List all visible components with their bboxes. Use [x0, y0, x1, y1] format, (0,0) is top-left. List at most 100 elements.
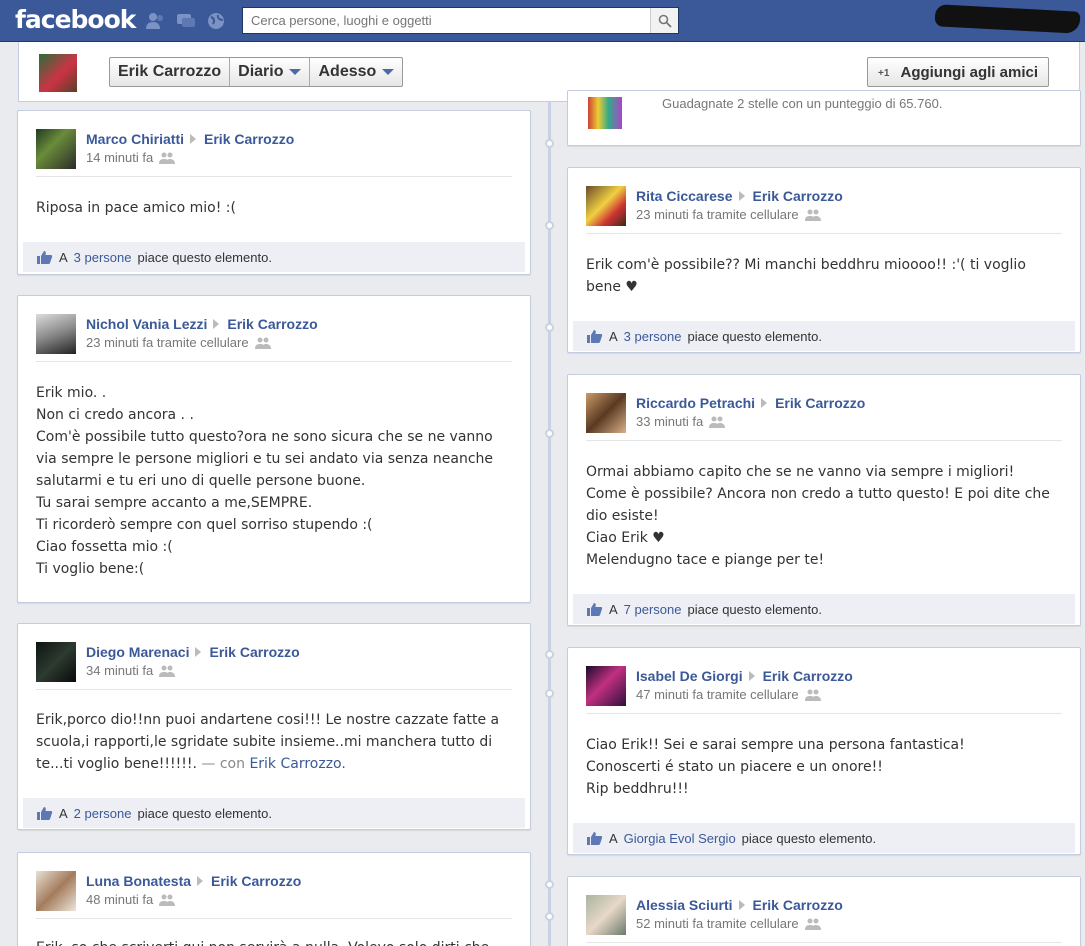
timestamp[interactable]: 48 minuti fa: [86, 892, 153, 907]
svg-text:+1: +1: [878, 68, 890, 78]
audience-friends-icon: [159, 894, 176, 906]
avatar[interactable]: [586, 186, 626, 226]
audience-friends-icon: [804, 918, 821, 930]
likes-bar: A2 persone piace questo elemento.: [23, 798, 525, 828]
like-icon: [587, 831, 603, 845]
tagged-user-link[interactable]: Erik Carrozzo.: [249, 756, 345, 772]
top-bar: facebook: [0, 0, 1085, 42]
game-post-card: Guadagnate 2 stelle con un punteggio di …: [567, 90, 1081, 146]
avatar[interactable]: [36, 314, 76, 354]
timestamp[interactable]: 14 minuti fa: [86, 150, 153, 165]
redacted-user-area: [934, 4, 1081, 34]
target-link[interactable]: Erik Carrozzo: [209, 644, 299, 660]
audience-friends-icon: [804, 209, 821, 221]
timestamp[interactable]: 52 minuti fa tramite cellulare: [636, 916, 799, 931]
post-header: Nichol Vania Lezzi Erik Carrozzo 23 minut…: [36, 314, 512, 362]
arrow-right-icon: [213, 319, 220, 329]
timeline-dot: [545, 221, 554, 230]
target-link[interactable]: Erik Carrozzo: [775, 395, 865, 411]
audience-friends-icon: [159, 665, 176, 677]
timestamp[interactable]: 34 minuti fa: [86, 663, 153, 678]
timestamp[interactable]: 23 minuti fa tramite cellulare: [636, 207, 799, 222]
author-link[interactable]: Riccardo Petrachi: [636, 395, 755, 411]
search-button[interactable]: [650, 8, 678, 33]
friend-requests-icon[interactable]: [145, 12, 165, 30]
arrow-right-icon: [738, 900, 745, 910]
arrow-right-icon: [738, 191, 745, 201]
avatar[interactable]: [36, 129, 76, 169]
profile-thumbnail[interactable]: [39, 54, 77, 92]
post-card: Nichol Vania Lezzi Erik Carrozzo 23 minut…: [17, 295, 531, 603]
messages-icon[interactable]: [176, 12, 196, 30]
target-link[interactable]: Erik Carrozzo: [211, 873, 301, 889]
search-box: [242, 7, 679, 34]
likes-bar: A3 persone piace questo elemento.: [23, 242, 525, 272]
post-header: Marco Chiriatti Erik Carrozzo 14 minuti f…: [36, 129, 512, 177]
now-dropdown[interactable]: Adesso: [310, 58, 402, 86]
author-link[interactable]: Rita Ciccarese: [636, 188, 733, 204]
timeline-dot: [545, 429, 554, 438]
author-link[interactable]: Isabel De Giorgi: [636, 668, 743, 684]
timestamp[interactable]: 23 minuti fa tramite cellulare: [86, 335, 249, 350]
post-body: Erik,porco dio!!nn puoi andartene cosi!!…: [36, 712, 500, 772]
avatar[interactable]: [586, 393, 626, 433]
post-body: Erik com'è possibile?? Mi manchi beddhru…: [586, 257, 1026, 295]
profile-name-button[interactable]: Erik Carrozzo: [110, 58, 231, 86]
chevron-down-icon: [382, 69, 395, 75]
author-link[interactable]: Alessia Sciurti: [636, 897, 733, 913]
timeline-dot: [545, 323, 554, 332]
likes-link[interactable]: 3 persone: [74, 250, 132, 265]
post-card: Alessia Sciurti Erik Carrozzo 52 minuti f…: [567, 876, 1081, 946]
like-icon: [37, 250, 53, 264]
audience-friends-icon: [709, 416, 726, 428]
notifications-globe-icon[interactable]: [206, 12, 226, 30]
arrow-right-icon: [761, 398, 768, 408]
timeline-dot: [545, 689, 554, 698]
post-body: Erik, so che scriverti qui non servirà a…: [36, 937, 512, 946]
game-icon[interactable]: [588, 97, 622, 129]
timeline-dot: [545, 880, 554, 889]
timeline-dot: [545, 912, 554, 921]
likes-link[interactable]: 7 persone: [624, 602, 682, 617]
arrow-right-icon: [197, 876, 204, 886]
avatar[interactable]: [36, 642, 76, 682]
post-card: Isabel De Giorgi Erik Carrozzo 47 minuti …: [567, 647, 1081, 855]
like-icon: [587, 329, 603, 343]
post-header: Diego Marenaci Erik Carrozzo 34 minuti fa: [36, 642, 512, 690]
post-body: Erik mio. . Non ci credo ancora . . Com'…: [36, 385, 494, 577]
likes-link[interactable]: 2 persone: [74, 806, 132, 821]
target-link[interactable]: Erik Carrozzo: [204, 131, 294, 147]
avatar[interactable]: [36, 871, 76, 911]
like-icon: [37, 806, 53, 820]
diary-dropdown[interactable]: Diario: [230, 58, 311, 86]
author-link[interactable]: Marco Chiriatti: [86, 131, 184, 147]
target-link[interactable]: Erik Carrozzo: [227, 316, 317, 332]
target-link[interactable]: Erik Carrozzo: [753, 897, 843, 913]
add-friend-icon: +1: [878, 68, 890, 78]
search-input[interactable]: [243, 8, 650, 33]
audience-friends-icon: [804, 689, 821, 701]
facebook-logo[interactable]: facebook: [15, 5, 136, 34]
timeline-dot: [545, 139, 554, 148]
post-header: Riccardo Petrachi Erik Carrozzo 33 minuti…: [586, 393, 1062, 441]
timestamp[interactable]: 47 minuti fa tramite cellulare: [636, 687, 799, 702]
post-body: Ciao Erik!! Sei e sarai sempre una perso…: [586, 737, 965, 797]
target-link[interactable]: Erik Carrozzo: [763, 668, 853, 684]
arrow-right-icon: [748, 671, 755, 681]
author-link[interactable]: Nichol Vania Lezzi: [86, 316, 207, 332]
avatar[interactable]: [586, 666, 626, 706]
likes-bar: A7 persone piace questo elemento.: [573, 594, 1075, 624]
avatar[interactable]: [586, 895, 626, 935]
post-header: Rita Ciccarese Erik Carrozzo 23 minuti fa…: [586, 186, 1062, 234]
post-header: Isabel De Giorgi Erik Carrozzo 47 minuti …: [586, 666, 1062, 714]
author-link[interactable]: Luna Bonatesta: [86, 873, 191, 889]
add-friend-button[interactable]: +1 Aggiungi agli amici: [867, 57, 1049, 87]
post-card: Marco Chiriatti Erik Carrozzo 14 minuti f…: [17, 110, 531, 275]
likes-link[interactable]: Giorgia Evol Sergio: [624, 831, 736, 846]
timestamp[interactable]: 33 minuti fa: [636, 414, 703, 429]
likes-bar: A3 persone piace questo elemento.: [573, 321, 1075, 351]
post-card: Diego Marenaci Erik Carrozzo 34 minuti fa…: [17, 623, 531, 830]
likes-link[interactable]: 3 persone: [624, 329, 682, 344]
author-link[interactable]: Diego Marenaci: [86, 644, 189, 660]
target-link[interactable]: Erik Carrozzo: [753, 188, 843, 204]
